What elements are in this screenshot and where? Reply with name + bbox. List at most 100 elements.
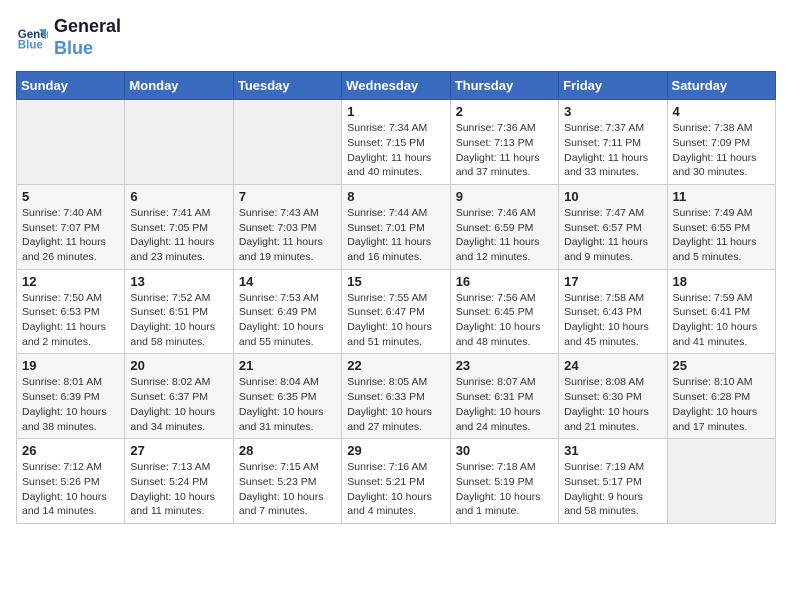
day-info: Sunrise: 7:58 AM Sunset: 6:43 PM Dayligh… [564,291,661,350]
weekday-header-thursday: Thursday [450,72,558,100]
calendar-cell: 29 Sunrise: 7:16 AM Sunset: 5:21 PM Dayli… [342,439,450,524]
day-info: Sunrise: 8:04 AM Sunset: 6:35 PM Dayligh… [239,375,336,434]
day-info: Sunrise: 7:34 AM Sunset: 7:15 PM Dayligh… [347,121,444,180]
calendar-cell: 17Sunrise: 7:58 AM Sunset: 6:43 PM Dayli… [559,269,667,354]
calendar-cell: 31 Sunrise: 7:19 AM Sunset: 5:17 PM Dayli… [559,439,667,524]
day-number: 27 [130,443,227,458]
weekday-header-wednesday: Wednesday [342,72,450,100]
calendar-table: SundayMondayTuesdayWednesdayThursdayFrid… [16,71,776,524]
day-number: 9 [456,189,553,204]
day-number: 28 [239,443,336,458]
calendar-cell: 3 Sunrise: 7:37 AM Sunset: 7:11 PM Daylig… [559,100,667,185]
day-info: Sunrise: 7:40 AM Sunset: 7:07 PM Dayligh… [22,206,119,265]
calendar-cell: 9 Sunrise: 7:46 AM Sunset: 6:59 PM Daylig… [450,184,558,269]
calendar-cell: 23 Sunrise: 8:07 AM Sunset: 6:31 PM Dayli… [450,354,558,439]
calendar-cell: 16 Sunrise: 7:56 AM Sunset: 6:45 PM Dayli… [450,269,558,354]
calendar-cell: 11 Sunrise: 7:49 AM Sunset: 6:55 PM Dayli… [667,184,775,269]
day-info: Sunrise: 7:19 AM Sunset: 5:17 PM Dayligh… [564,460,661,519]
day-number: 19 [22,358,119,373]
calendar-cell: 7 Sunrise: 7:43 AM Sunset: 7:03 PM Daylig… [233,184,341,269]
calendar-cell: 30Sunrise: 7:18 AM Sunset: 5:19 PM Dayli… [450,439,558,524]
day-info: Sunrise: 7:50 AM Sunset: 6:53 PM Dayligh… [22,291,119,350]
day-info: Sunrise: 7:38 AM Sunset: 7:09 PM Dayligh… [673,121,770,180]
calendar-cell: 12 Sunrise: 7:50 AM Sunset: 6:53 PM Dayli… [17,269,125,354]
calendar-cell: 24 Sunrise: 8:08 AM Sunset: 6:30 PM Dayli… [559,354,667,439]
calendar-cell: 26 Sunrise: 7:12 AM Sunset: 5:26 PM Dayli… [17,439,125,524]
calendar-week-row: 12 Sunrise: 7:50 AM Sunset: 6:53 PM Dayli… [17,269,776,354]
weekday-header-row: SundayMondayTuesdayWednesdayThursdayFrid… [17,72,776,100]
day-number: 10 [564,189,661,204]
day-number: 11 [673,189,770,204]
day-number: 5 [22,189,119,204]
day-number: 31 [564,443,661,458]
day-number: 18 [673,274,770,289]
weekday-header-monday: Monday [125,72,233,100]
day-info: Sunrise: 7:16 AM Sunset: 5:21 PM Dayligh… [347,460,444,519]
weekday-header-tuesday: Tuesday [233,72,341,100]
day-info: Sunrise: 7:18 AM Sunset: 5:19 PM Dayligh… [456,460,553,519]
day-info: Sunrise: 7:56 AM Sunset: 6:45 PM Dayligh… [456,291,553,350]
day-info: Sunrise: 7:46 AM Sunset: 6:59 PM Dayligh… [456,206,553,265]
calendar-cell [667,439,775,524]
day-info: Sunrise: 7:55 AM Sunset: 6:47 PM Dayligh… [347,291,444,350]
calendar-week-row: 26 Sunrise: 7:12 AM Sunset: 5:26 PM Dayli… [17,439,776,524]
day-number: 3 [564,104,661,119]
calendar-cell: 5 Sunrise: 7:40 AM Sunset: 7:07 PM Daylig… [17,184,125,269]
day-info: Sunrise: 8:08 AM Sunset: 6:30 PM Dayligh… [564,375,661,434]
day-info: Sunrise: 7:59 AM Sunset: 6:41 PM Dayligh… [673,291,770,350]
calendar-cell: 2Sunrise: 7:36 AM Sunset: 7:13 PM Daylig… [450,100,558,185]
calendar-cell: 4 Sunrise: 7:38 AM Sunset: 7:09 PM Daylig… [667,100,775,185]
calendar-cell: 25 Sunrise: 8:10 AM Sunset: 6:28 PM Dayli… [667,354,775,439]
day-number: 13 [130,274,227,289]
day-info: Sunrise: 8:10 AM Sunset: 6:28 PM Dayligh… [673,375,770,434]
day-info: Sunrise: 7:44 AM Sunset: 7:01 PM Dayligh… [347,206,444,265]
svg-text:Blue: Blue [18,39,44,51]
calendar-cell: 15 Sunrise: 7:55 AM Sunset: 6:47 PM Dayli… [342,269,450,354]
day-info: Sunrise: 7:47 AM Sunset: 6:57 PM Dayligh… [564,206,661,265]
day-number: 26 [22,443,119,458]
calendar-cell: 28Sunrise: 7:15 AM Sunset: 5:23 PM Dayli… [233,439,341,524]
day-number: 15 [347,274,444,289]
day-number: 6 [130,189,227,204]
calendar-cell: 14 Sunrise: 7:53 AM Sunset: 6:49 PM Dayli… [233,269,341,354]
day-number: 12 [22,274,119,289]
day-info: Sunrise: 7:52 AM Sunset: 6:51 PM Dayligh… [130,291,227,350]
day-info: Sunrise: 8:05 AM Sunset: 6:33 PM Dayligh… [347,375,444,434]
day-number: 24 [564,358,661,373]
weekday-header-saturday: Saturday [667,72,775,100]
calendar-cell [125,100,233,185]
day-info: Sunrise: 7:36 AM Sunset: 7:13 PM Dayligh… [456,121,553,180]
day-number: 22 [347,358,444,373]
calendar-week-row: 19 Sunrise: 8:01 AM Sunset: 6:39 PM Dayli… [17,354,776,439]
calendar-cell [233,100,341,185]
calendar-cell: 13 Sunrise: 7:52 AM Sunset: 6:51 PM Dayli… [125,269,233,354]
day-number: 14 [239,274,336,289]
calendar-cell: 6 Sunrise: 7:41 AM Sunset: 7:05 PM Daylig… [125,184,233,269]
day-info: Sunrise: 7:37 AM Sunset: 7:11 PM Dayligh… [564,121,661,180]
calendar-cell: 19 Sunrise: 8:01 AM Sunset: 6:39 PM Dayli… [17,354,125,439]
day-number: 29 [347,443,444,458]
calendar-week-row: 1 Sunrise: 7:34 AM Sunset: 7:15 PM Daylig… [17,100,776,185]
day-info: Sunrise: 7:43 AM Sunset: 7:03 PM Dayligh… [239,206,336,265]
calendar-cell: 8 Sunrise: 7:44 AM Sunset: 7:01 PM Daylig… [342,184,450,269]
day-info: Sunrise: 8:07 AM Sunset: 6:31 PM Dayligh… [456,375,553,434]
logo-icon: General Blue [16,22,48,54]
day-number: 8 [347,189,444,204]
day-number: 20 [130,358,227,373]
day-info: Sunrise: 7:41 AM Sunset: 7:05 PM Dayligh… [130,206,227,265]
day-number: 21 [239,358,336,373]
day-info: Sunrise: 7:12 AM Sunset: 5:26 PM Dayligh… [22,460,119,519]
day-info: Sunrise: 8:01 AM Sunset: 6:39 PM Dayligh… [22,375,119,434]
day-number: 23 [456,358,553,373]
day-info: Sunrise: 7:53 AM Sunset: 6:49 PM Dayligh… [239,291,336,350]
day-number: 25 [673,358,770,373]
day-info: Sunrise: 7:13 AM Sunset: 5:24 PM Dayligh… [130,460,227,519]
day-number: 4 [673,104,770,119]
day-number: 16 [456,274,553,289]
calendar-cell: 27 Sunrise: 7:13 AM Sunset: 5:24 PM Dayli… [125,439,233,524]
weekday-header-sunday: Sunday [17,72,125,100]
day-number: 1 [347,104,444,119]
calendar-cell: 1 Sunrise: 7:34 AM Sunset: 7:15 PM Daylig… [342,100,450,185]
day-info: Sunrise: 7:49 AM Sunset: 6:55 PM Dayligh… [673,206,770,265]
day-number: 7 [239,189,336,204]
